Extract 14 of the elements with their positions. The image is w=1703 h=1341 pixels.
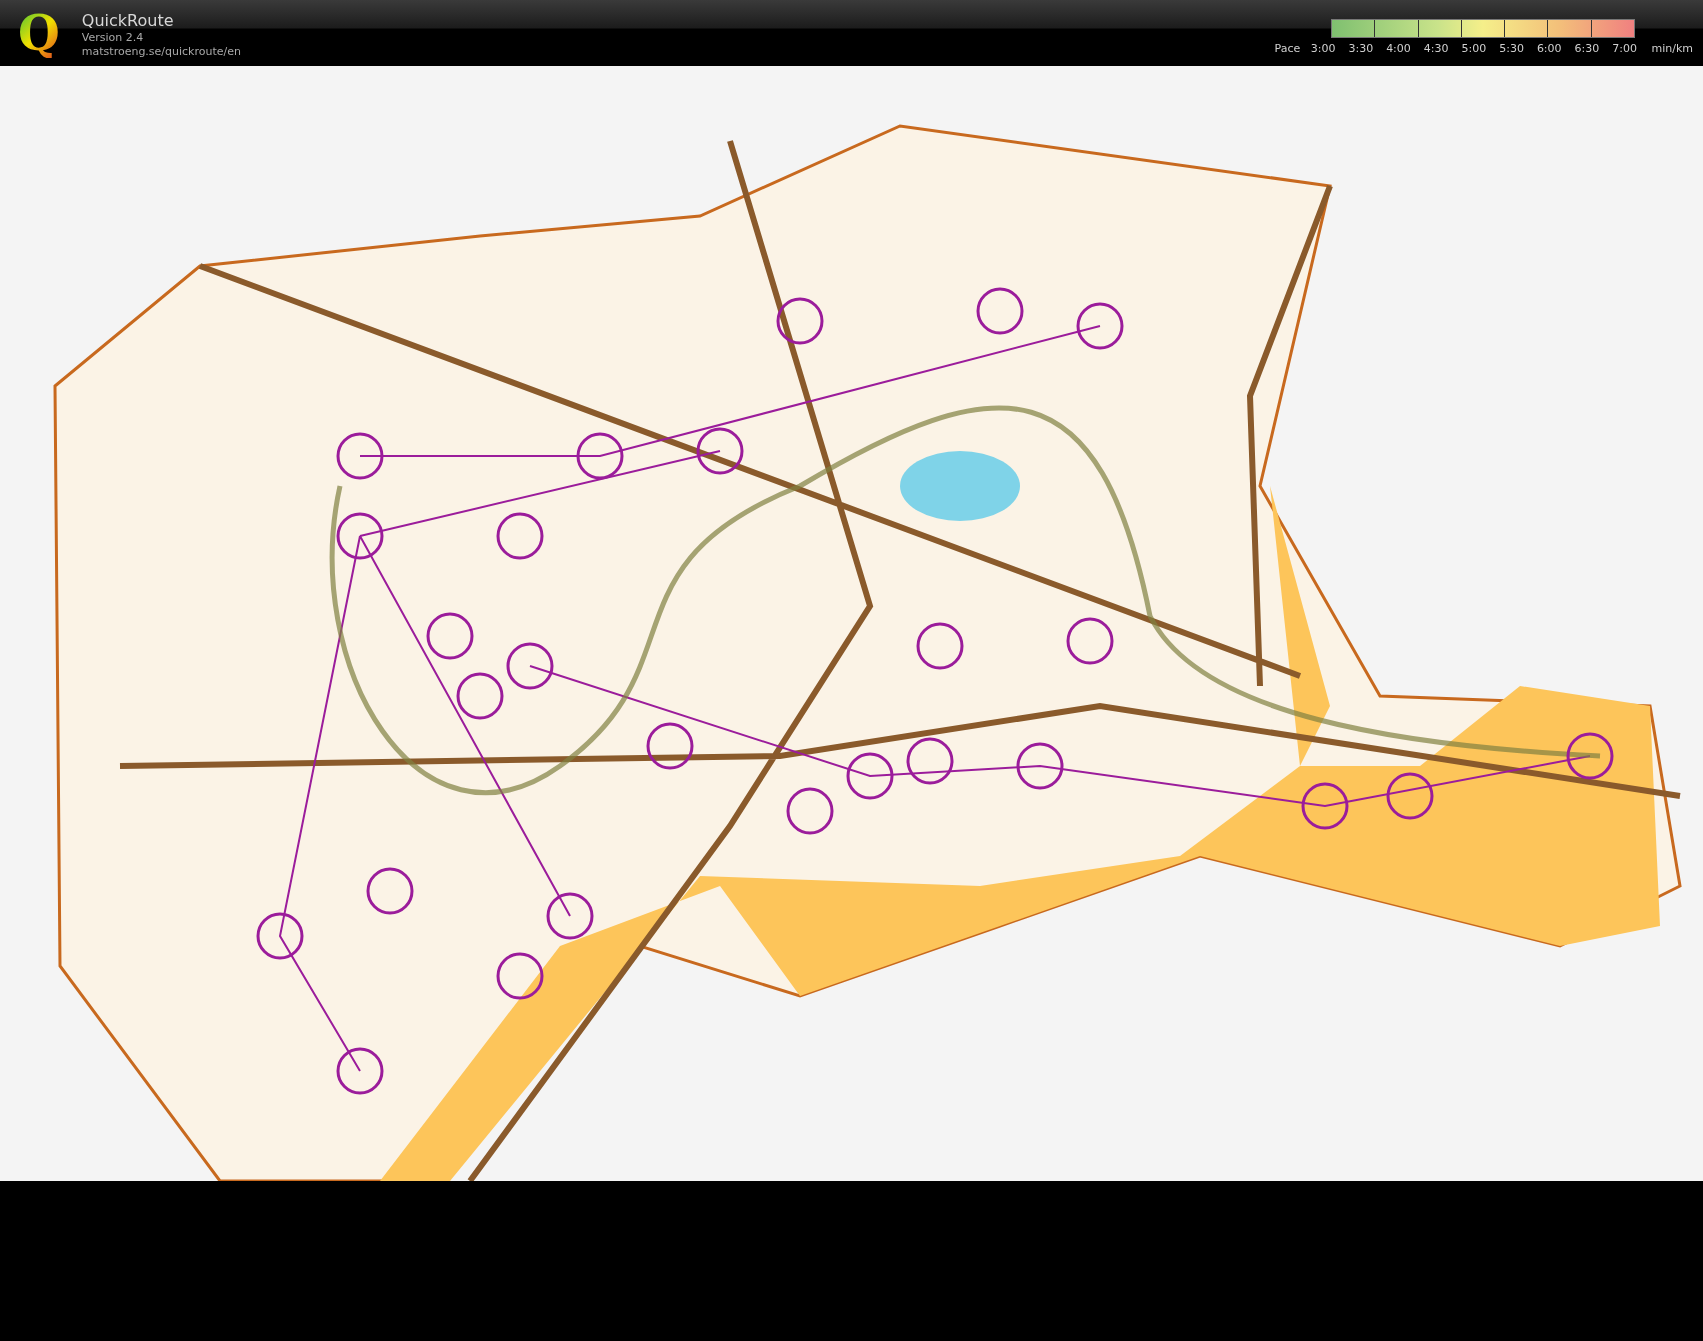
pace-tick-label: 6:30 bbox=[1573, 42, 1601, 55]
pace-tick-label: 4:00 bbox=[1385, 42, 1412, 55]
app-title: QuickRoute bbox=[81, 11, 175, 31]
pace-tick-label: 7:00 bbox=[1611, 42, 1638, 55]
pace-tick-label: 6:00 bbox=[1535, 42, 1563, 55]
pace-tick-label: 3:00 bbox=[1309, 42, 1337, 55]
version-text: Version 2.4 bbox=[81, 31, 145, 45]
pace-label: Pace bbox=[1274, 42, 1301, 55]
pace-tick-label: 3:30 bbox=[1347, 42, 1375, 55]
website-link[interactable]: matstroeng.se/quickroute/en bbox=[81, 45, 241, 59]
pace-tick-label: 5:00 bbox=[1460, 42, 1488, 55]
pace-unit-label: min/km bbox=[1651, 42, 1693, 55]
pace-tick-label: 5:30 bbox=[1498, 42, 1525, 55]
pace-tick-label: 4:30 bbox=[1422, 42, 1450, 55]
